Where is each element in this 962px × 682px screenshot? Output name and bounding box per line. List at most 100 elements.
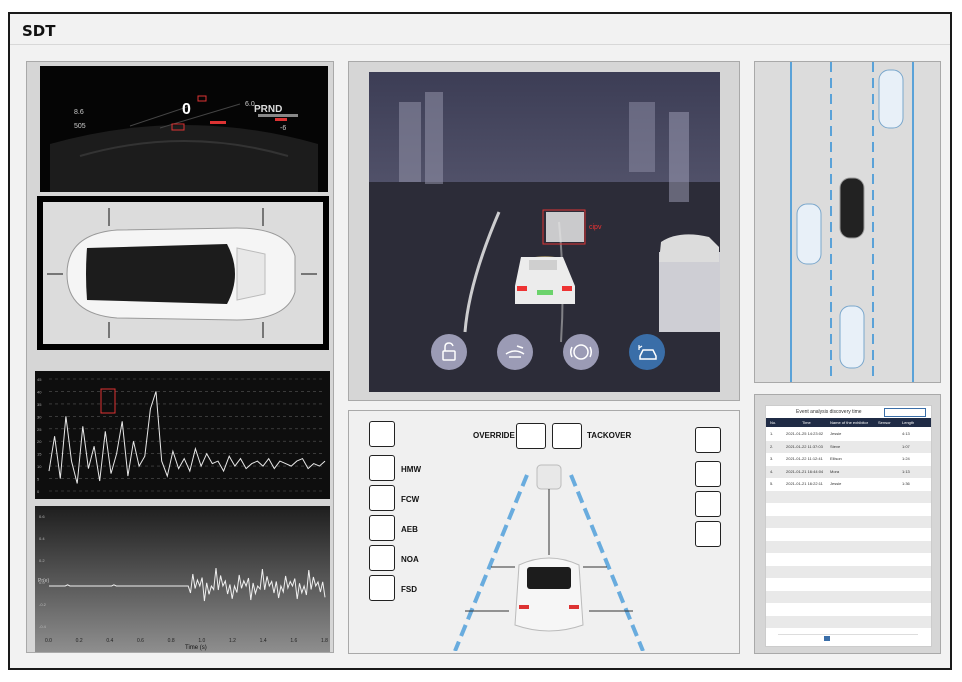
lane-keep-icon: [695, 427, 721, 453]
header-name: Name of the exhibitor: [830, 420, 869, 425]
left-value-2: 505: [74, 123, 86, 130]
unlock-button[interactable]: [431, 334, 467, 370]
table-cell: 2021-01-22 11:37:03: [786, 443, 823, 449]
table-filter-button[interactable]: [884, 408, 926, 417]
left-value-1: 8.6: [74, 109, 84, 116]
bottom-chart-xlabel: Time (s): [185, 645, 207, 651]
top-chart-y-tick: 30: [37, 414, 42, 419]
table-row[interactable]: [766, 490, 931, 503]
auto-hold-icon: [570, 344, 592, 360]
adas-panel: HMW FCW AEB NOA FSD OVERRIDE TACKOVER: [348, 410, 740, 654]
fsd-label: FSD: [401, 585, 417, 594]
header-no: No.: [770, 420, 777, 425]
override-label: OVERRIDE: [473, 431, 515, 440]
bottom-chart-x-tick: 0.8: [168, 638, 175, 644]
right-value-2: -6: [280, 125, 286, 132]
ego-car-center: [839, 177, 865, 239]
cipv-label: cipv: [589, 224, 602, 231]
bottom-chart-y-tick: 0.6: [39, 514, 45, 519]
table-cell: Ellison: [830, 456, 842, 461]
trunk-icon: [505, 345, 525, 358]
takeover-label: TACKOVER: [587, 431, 632, 440]
table-row[interactable]: [766, 503, 931, 515]
noa-icon: [369, 545, 395, 571]
hmw-icon: [369, 455, 395, 481]
table-cell: 4:13: [902, 431, 910, 436]
table-row[interactable]: [766, 528, 931, 540]
table-cell: 2021-01-21 16:44:04: [786, 468, 824, 474]
dashboard-image: PRND 0 8.6 505 6.0 -6: [40, 66, 328, 192]
table-cell: 2021-01-25 14:23:02: [786, 431, 824, 436]
table-cell: 1:07: [902, 443, 910, 449]
event-table: Event analysis discovery time No. Time N…: [765, 405, 932, 647]
car-light-button[interactable]: [629, 334, 665, 370]
lane-car-bottom: [839, 305, 865, 369]
header-length: Length: [902, 420, 915, 425]
table-cell: 2.: [770, 443, 774, 449]
table-cell: Jessie: [830, 481, 842, 486]
table-row[interactable]: 1. 2021-01-25 14:23:02 Jessie 4:13: [766, 428, 931, 440]
bottom-chart-x-tick: 1.8: [321, 638, 328, 644]
table-cell: 1:36: [902, 481, 910, 486]
adas-road-scene: [453, 464, 645, 651]
camera-panel: cipv: [348, 61, 740, 401]
bottom-chart-y-tick: 0.4: [39, 536, 45, 541]
trunk-button[interactable]: [497, 334, 533, 370]
top-chart-y-tick: 35: [37, 402, 42, 407]
gear-indicator: PRND: [254, 104, 282, 115]
table-title: Event analysis discovery time: [796, 409, 862, 415]
table-row[interactable]: [766, 540, 931, 553]
auto-park-icon: [695, 521, 721, 547]
table-row[interactable]: 2. 2021-01-22 11:37:03 Steve 1:07: [766, 440, 931, 453]
header-sensor: Sensor: [878, 420, 891, 425]
table-cell: 1.: [770, 431, 774, 436]
bottom-chart-x-tick: 0.2: [76, 638, 83, 644]
table-cell: 1:24: [902, 456, 910, 461]
bottom-chart-x-tick: 0.0: [45, 638, 52, 644]
bottom-chart-x-tick: 0.6: [137, 638, 144, 644]
bottom-chart-x-tick: 1.2: [229, 638, 236, 644]
table-row[interactable]: [766, 578, 931, 590]
table-row[interactable]: 3. 2021-01-22 11:12:41 Ellison 1:24: [766, 453, 931, 465]
lane-car-left: [796, 203, 822, 265]
lane-car-top-right: [878, 69, 904, 129]
bottom-chart-x-tick: 1.4: [260, 638, 267, 644]
fsd-icon: [369, 575, 395, 601]
header-time: Time: [802, 420, 811, 425]
fcw-icon: [369, 485, 395, 511]
top-chart-y-tick: 45: [37, 377, 42, 382]
lane-center-icon: [695, 461, 721, 487]
page-current[interactable]: [824, 636, 830, 641]
hmw-label: HMW: [401, 465, 421, 474]
camera-view: cipv: [369, 72, 720, 392]
table-row[interactable]: [766, 553, 931, 565]
unlock-icon: [442, 342, 456, 361]
lane-map: [755, 62, 940, 382]
table-row[interactable]: [766, 603, 931, 615]
table-row[interactable]: 5. 2021-01-21 16:22:11 Jessie 1:36: [766, 478, 931, 490]
lane-map-panel: [754, 61, 941, 383]
table-row[interactable]: [766, 515, 931, 528]
table-row[interactable]: [766, 565, 931, 578]
table-row[interactable]: 4. 2021-01-21 16:44:04 Mora 1:13: [766, 465, 931, 478]
header-divider: [10, 44, 950, 45]
takeover-pedal-icon: [552, 423, 582, 449]
table-cell: 2021-01-21 16:22:11: [786, 481, 823, 486]
bottom-chart-y-tick: 0.2: [39, 558, 45, 563]
table-cell: 3.: [770, 456, 774, 461]
table-cell: 2021-01-22 11:12:41: [786, 456, 823, 461]
bottom-chart-y-tick: -0.2: [39, 602, 47, 607]
table-row[interactable]: [766, 615, 931, 628]
app-frame: SDT PRND 0 8.6 505 6.0 -6 45 40 35 30 25…: [8, 12, 952, 670]
event-table-panel: Event analysis discovery time No. Time N…: [754, 394, 941, 654]
auto-hold-button[interactable]: [563, 334, 599, 370]
speed-readout: 0: [182, 101, 191, 118]
bottom-chart-x-tick: 1.6: [290, 638, 297, 644]
aeb-icon: [369, 515, 395, 541]
table-row[interactable]: [766, 590, 931, 603]
bottom-chart-x-tick: 0.4: [106, 638, 113, 644]
car-light-icon: [638, 345, 657, 360]
top-chart-y-tick: 10: [37, 464, 42, 469]
pagination[interactable]: [778, 634, 918, 642]
bottom-chart-ylabel: Pr(e): [38, 578, 49, 584]
